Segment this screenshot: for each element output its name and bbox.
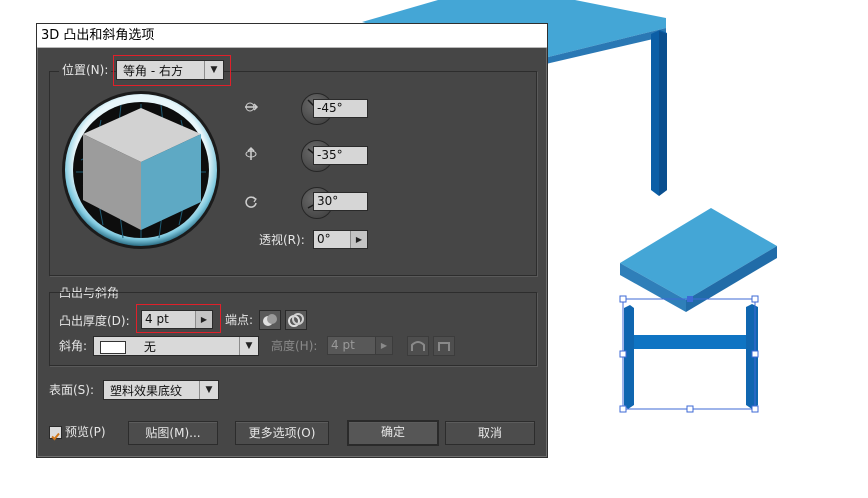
- cap-on-icon: [263, 314, 277, 326]
- table-leg-shape: [651, 30, 667, 196]
- bevel-height-value: 4 pt: [331, 338, 355, 352]
- cap-label: 端点:: [225, 313, 254, 327]
- perspective-value: 0°: [317, 232, 331, 246]
- ok-button[interactable]: 确定: [347, 420, 439, 446]
- bevel-height-label: 高度(H):: [271, 339, 318, 353]
- surface-label: 表面(S):: [49, 383, 95, 397]
- y-rotation-input[interactable]: -35°: [313, 146, 368, 165]
- surface-select[interactable]: 塑料效果底纹 ▼: [103, 380, 219, 400]
- y-axis-rotate-icon: [245, 146, 257, 160]
- perspective-label: 透视(R):: [259, 233, 305, 247]
- bevel-extent-out-button[interactable]: [407, 336, 429, 356]
- z-axis-rotate-icon: [245, 196, 257, 208]
- extrude-depth-label: 凸出厚度(D):: [59, 314, 130, 328]
- chevron-down-icon: ▼: [199, 381, 218, 399]
- selection-bounding-box[interactable]: [619, 295, 759, 413]
- bevel-label: 斜角:: [59, 339, 88, 353]
- x-axis-rotate-icon: [245, 102, 259, 112]
- bevel-extent-in-button[interactable]: [433, 336, 455, 356]
- h-frame-shape: [624, 304, 758, 409]
- bevel-select[interactable]: 无 ▼: [93, 336, 259, 356]
- bevel-height-input[interactable]: 4 pt ▶: [327, 336, 393, 355]
- preview-label[interactable]: 预览(P): [65, 424, 106, 440]
- x-rotation-input[interactable]: -45°: [313, 99, 368, 118]
- position-label: 位置(N):: [59, 62, 112, 78]
- caret-right-icon: ▶: [350, 231, 367, 248]
- dialog-title[interactable]: 3D 凸出和斜角选项: [37, 24, 547, 48]
- bevel-out-icon: [411, 341, 425, 351]
- caret-right-icon: ▶: [375, 337, 392, 354]
- cancel-button[interactable]: 取消: [445, 421, 535, 445]
- cap-off-icon: [288, 313, 304, 327]
- bevel-in-icon: [438, 342, 450, 351]
- rotation-track-cube[interactable]: [61, 90, 221, 250]
- more-options-button[interactable]: 更多选项(O): [235, 421, 329, 445]
- highlight-position-preset: [113, 55, 231, 86]
- cap-on-button[interactable]: [259, 310, 281, 330]
- highlight-extrude-depth: [136, 304, 221, 333]
- bevel-swatch: [100, 341, 126, 354]
- preview-checkbox[interactable]: [49, 426, 62, 441]
- bevel-value: 无: [143, 340, 156, 354]
- z-rotation-input[interactable]: 30°: [313, 192, 368, 211]
- cap-off-button[interactable]: [285, 310, 307, 330]
- map-art-button[interactable]: 贴图(M)...: [128, 421, 218, 445]
- checkmark-icon: [51, 432, 60, 441]
- perspective-input[interactable]: 0° ▶: [313, 230, 368, 249]
- 3d-extrude-bevel-dialog: 3D 凸出和斜角选项 位置(N): 等角 - 右方 ▼ -45° -35° 30…: [36, 23, 548, 458]
- surface-value: 塑料效果底纹: [110, 384, 183, 398]
- chevron-down-icon: ▼: [239, 337, 258, 355]
